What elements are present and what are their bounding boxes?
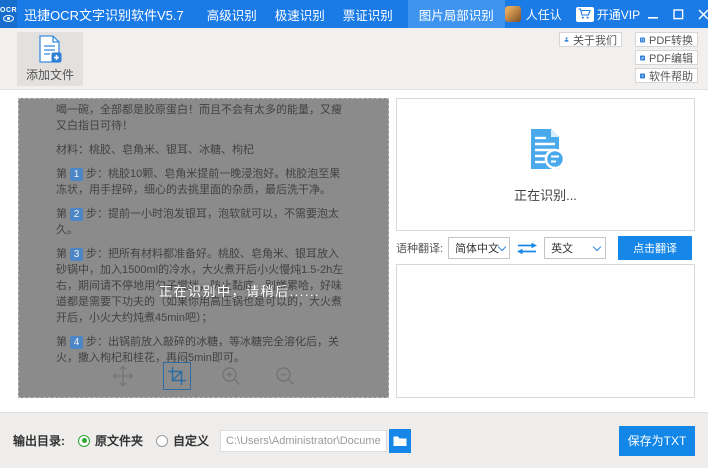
menu-fast-ocr[interactable]: 极速识别 [266, 0, 334, 28]
pdf-edit-icon [640, 52, 645, 64]
zoom-out-button[interactable] [271, 362, 299, 390]
source-language-select[interactable]: 简体中文 [448, 237, 510, 259]
add-file-icon [38, 35, 62, 63]
step-number-badge: 2 [70, 208, 83, 221]
toolbar-links: PDF转换 PDF编辑 ? 软件帮助 [635, 32, 698, 83]
move-tool-button[interactable] [109, 362, 137, 390]
zoom-in-button[interactable] [217, 362, 245, 390]
swap-arrows-icon [516, 242, 538, 255]
translate-label: 语种翻译: [396, 240, 443, 256]
menu-ticket-ocr[interactable]: 票证识别 [334, 0, 402, 28]
document-paragraph: 材料：桃胶、皂角米、银耳、冰糖、枸杞 [56, 142, 348, 158]
chevron-down-icon [593, 242, 601, 250]
radio-checked-icon [78, 435, 90, 447]
minimize-button[interactable] [642, 3, 665, 25]
zoom-in-icon [220, 365, 242, 387]
pdf-convert-button[interactable]: PDF转换 [635, 32, 698, 47]
browse-folder-button[interactable] [389, 429, 411, 453]
help-icon: ? [640, 70, 645, 82]
move-icon [111, 364, 135, 388]
logo-text: OCR [0, 7, 17, 14]
document-paragraph: 喝一碗，全部都是胶原蛋白！而且不会有太多的能量，又瘦又白指日可待！ [56, 102, 348, 134]
help-button[interactable]: ? 软件帮助 [635, 68, 698, 83]
target-language-value: 英文 [551, 240, 573, 256]
chevron-down-icon [498, 242, 506, 250]
pdf-edit-button[interactable]: PDF编辑 [635, 50, 698, 65]
step-number-badge: 3 [70, 248, 83, 261]
about-label: 关于我们 [573, 32, 617, 48]
cart-icon[interactable] [576, 7, 594, 22]
document-paragraph: 第2步：提前一小时泡发银耳，泡软就可以，不需要泡太久。 [56, 206, 348, 238]
app-logo-icon: OCR [0, 0, 17, 28]
about-button[interactable]: 关于我们 [559, 32, 622, 47]
radio-unchecked-icon [156, 435, 168, 447]
toolbar: 添加文件 关于我们 PDF转换 PDF编辑 ? 软件帮助 [0, 28, 708, 90]
radio-original-folder[interactable]: 原文件夹 [78, 432, 143, 449]
pdf-convert-label: PDF转换 [649, 32, 693, 48]
output-path-input[interactable] [220, 430, 387, 452]
translation-result-box [396, 264, 695, 398]
avatar[interactable] [505, 6, 521, 22]
add-file-label: 添加文件 [26, 66, 74, 83]
titlebar-right: 人任认 开通VIP [505, 3, 708, 25]
vip-label[interactable]: 开通VIP [597, 6, 640, 23]
pdf-convert-icon [640, 34, 645, 46]
eye-icon [3, 15, 14, 22]
recognition-status-text: 正在识别... [514, 185, 577, 204]
user-icon [564, 34, 569, 45]
menu-advanced-ocr[interactable]: 高级识别 [198, 0, 266, 28]
crop-tool-button[interactable] [163, 362, 191, 390]
pdf-edit-label: PDF编辑 [649, 50, 693, 66]
bottom-bar: 输出目录: 原文件夹 自定义 保存为TXT [0, 412, 708, 468]
maximize-button[interactable] [667, 3, 690, 25]
swap-languages-button[interactable] [516, 242, 538, 255]
recognition-status-box: 正在识别... [396, 98, 695, 231]
app-title: 迅捷OCR文字识别软件V5.7 [24, 5, 184, 24]
save-txt-button[interactable]: 保存为TXT [619, 426, 695, 456]
document-text: 喝一碗，全部都是胶原蛋白！而且不会有太多的能量，又瘦又白指日可待！ 材料：桃胶、皂… [56, 98, 348, 374]
preview-toolbar [19, 362, 388, 390]
translate-row: 语种翻译: 简体中文 英文 点击翻译 [396, 236, 696, 260]
minimize-icon [648, 9, 659, 20]
source-language-value: 简体中文 [455, 240, 499, 256]
app-window: OCR 迅捷OCR文字识别软件V5.7 高级识别 极速识别 票证识别 图片局部识… [0, 0, 708, 468]
radio-custom-folder[interactable]: 自定义 [156, 432, 209, 449]
document-paragraph: 第1步：桃胶10颗、皂角米提前一晚浸泡好。桃胶泡至果冻状，用手捏碎，细心的去挑里… [56, 166, 348, 198]
radio-custom-label: 自定义 [173, 432, 209, 449]
folder-icon [393, 435, 407, 447]
close-button[interactable] [692, 3, 708, 25]
translate-button[interactable]: 点击翻译 [618, 236, 692, 260]
recognizing-overlay: 正在识别中，请稍后...... [159, 281, 320, 300]
svg-text:?: ? [641, 74, 643, 78]
document-search-icon [521, 126, 571, 176]
maximize-icon [673, 9, 684, 20]
zoom-out-icon [274, 365, 296, 387]
account-label[interactable]: 人任认 [526, 6, 562, 23]
step-number-badge: 1 [70, 168, 83, 181]
main-menu: 高级识别 极速识别 票证识别 图片局部识别 [198, 0, 505, 28]
close-icon [698, 9, 708, 20]
crop-icon [167, 366, 187, 386]
add-file-button[interactable]: 添加文件 [17, 32, 83, 86]
titlebar: OCR 迅捷OCR文字识别软件V5.7 高级识别 极速识别 票证识别 图片局部识… [0, 0, 708, 28]
menu-partial-image-ocr[interactable]: 图片局部识别 [408, 0, 505, 28]
target-language-select[interactable]: 英文 [544, 237, 606, 259]
help-label: 软件帮助 [649, 68, 693, 84]
output-dir-label: 输出目录: [13, 432, 65, 449]
image-preview-panel[interactable]: 喝一碗，全部都是胶原蛋白！而且不会有太多的能量，又瘦又白指日可待！ 材料：桃胶、皂… [18, 98, 389, 398]
step-number-badge: 4 [70, 336, 83, 349]
radio-original-label: 原文件夹 [95, 432, 143, 449]
